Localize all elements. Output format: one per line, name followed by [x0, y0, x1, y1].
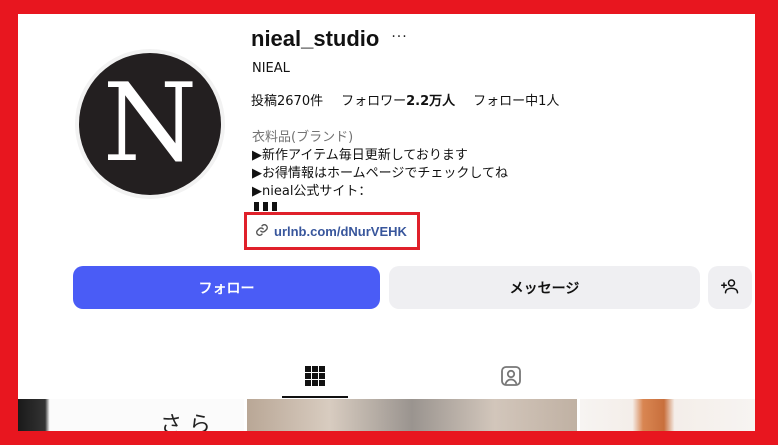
- post-grid: さ ら: [18, 399, 755, 431]
- category-label: 衣料品(ブランド): [252, 130, 354, 145]
- bio-link[interactable]: urlnb.com/dNurVEHK: [274, 224, 407, 239]
- avatar-logo: N: [79, 53, 221, 195]
- link-icon: [255, 222, 269, 241]
- bio-line: ▶nieal公式サイト：: [252, 184, 372, 199]
- username-row: nieal_studio ···: [251, 26, 408, 52]
- bio-truncated-text: [254, 202, 277, 211]
- display-name: NIEAL: [252, 61, 290, 76]
- posts-count: 投稿2670件: [251, 94, 324, 109]
- message-button[interactable]: メッセージ: [389, 266, 700, 309]
- followers-count[interactable]: フォロワー2.2万人: [341, 90, 455, 109]
- posts-tab[interactable]: [303, 364, 327, 388]
- post-thumbnail[interactable]: [580, 399, 755, 431]
- bio-line: ▶新作アイテム毎日更新しております: [252, 148, 468, 163]
- tagged-tab[interactable]: [499, 364, 523, 388]
- follow-button[interactable]: フォロー: [73, 266, 380, 309]
- bio-line: ▶お得情報はホームページでチェックしてね: [252, 166, 508, 181]
- more-options-icon[interactable]: ···: [391, 29, 407, 45]
- bio-link-highlight[interactable]: urlnb.com/dNurVEHK: [244, 212, 420, 250]
- person-add-icon: [721, 277, 739, 298]
- active-tab-indicator: [282, 396, 348, 398]
- grid-icon: [303, 366, 327, 392]
- avatar[interactable]: N: [75, 49, 225, 199]
- profile-stats: 投稿2670件 フォロワー2.2万人 フォロー中1人: [251, 90, 559, 109]
- tagged-person-icon: [499, 366, 523, 392]
- add-user-button[interactable]: [708, 266, 752, 309]
- bio: ▶新作アイテム毎日更新しております ▶お得情報はホームページでチェックしてね ▶…: [252, 147, 508, 201]
- profile-screen: N nieal_studio ··· NIEAL 投稿2670件 フォロワー2.…: [18, 14, 755, 431]
- post-thumbnail[interactable]: さ ら: [18, 399, 244, 431]
- post-thumbnail[interactable]: [247, 399, 577, 431]
- username: nieal_studio: [251, 26, 380, 51]
- following-count[interactable]: フォロー中1人: [473, 90, 559, 109]
